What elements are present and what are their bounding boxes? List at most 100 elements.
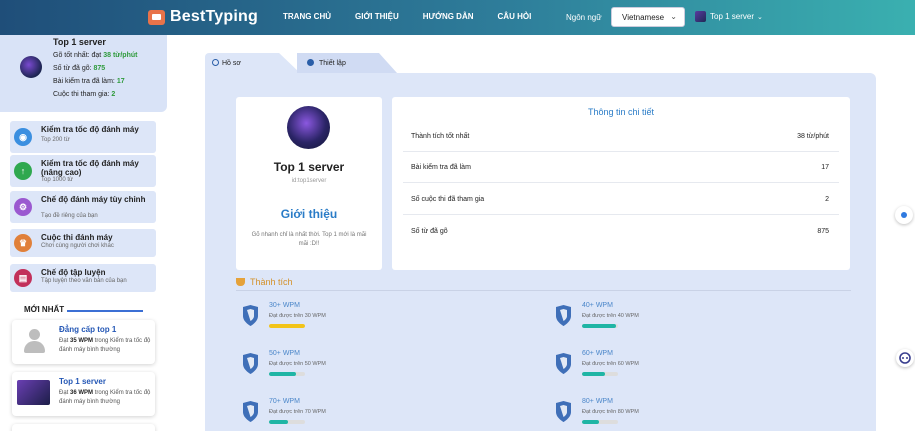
achievement-title: 80+ WPM	[582, 398, 613, 405]
menu-title: Kiểm tra tốc độ đánh máy	[41, 125, 139, 134]
trophy-icon: ♛	[14, 234, 32, 252]
chevron-down-icon: ⌄	[757, 13, 763, 21]
avatar	[20, 56, 42, 78]
words-stat: Số từ đã gõ: 875	[53, 65, 106, 72]
achievement-item: 70+ WPM Đạt được trên 70 WPM	[236, 396, 436, 431]
detail-label: Thành tích tốt nhất	[411, 133, 470, 140]
user-menu[interactable]: Top 1 server ⌄	[695, 11, 763, 22]
achievement-subtitle: Đạt được trên 30 WPM	[269, 313, 326, 319]
menu-contest[interactable]: ♛ Cuộc thi đánh máy Chơi cùng người chơi…	[10, 229, 156, 257]
best-stat: Gõ tốt nhất: đạt 38 từ/phút	[53, 52, 138, 59]
shield-icon	[243, 353, 258, 374]
language-label: Ngôn ngữ	[566, 13, 602, 22]
detail-row: Số từ đã gõ 875	[403, 219, 839, 247]
achievement-title: 40+ WPM	[582, 302, 613, 309]
about-heading: Giới thiệu	[280, 207, 338, 221]
gauge-icon: ◉	[14, 128, 32, 146]
detail-value: 38 từ/phút	[797, 133, 829, 140]
achievement-item: 30+ WPM Đạt được trên 30 WPM	[236, 300, 436, 336]
user-avatar	[695, 11, 706, 22]
tests-stat: Bài kiểm tra đã làm: 17	[53, 78, 125, 85]
achievement-subtitle: Đạt được trên 70 WPM	[269, 409, 326, 415]
shield-icon	[556, 353, 571, 374]
menu-speed-test[interactable]: ◉ Kiểm tra tốc độ đánh máy Top 200 từ	[10, 121, 156, 153]
nav-home[interactable]: TRANG CHỦ	[283, 12, 331, 21]
tab-label: Thiết lập	[319, 59, 346, 67]
heading-underline	[67, 310, 143, 312]
menu-custom-typing[interactable]: ⚙ Chế độ đánh máy tùy chỉnh Tạo đề riêng…	[10, 191, 156, 223]
progress-bar	[582, 324, 618, 328]
gears-icon: ⚙	[14, 198, 32, 216]
chat-widget-button[interactable]	[896, 349, 914, 367]
nav-guide[interactable]: HƯỚNG DẪN	[423, 12, 474, 21]
contests-stat: Cuộc thi tham gia: 2	[53, 91, 116, 98]
progress-fill	[269, 372, 297, 376]
achievement-item: 80+ WPM Đạt được trên 80 WPM	[549, 396, 749, 431]
arrow-up-icon: ↑	[14, 162, 32, 180]
keyboard-icon: ▤	[14, 269, 32, 287]
main-nav: TRANG CHỦ GIỚI THIỆU HƯỚNG DẪN CÂU HỎI	[283, 12, 555, 21]
droplet-icon	[901, 212, 907, 218]
feed-item[interactable]: Top 1 server Đạt 36 WPM trong Kiểm tra t…	[12, 372, 155, 416]
top-navbar: BestTyping TRANG CHỦ GIỚI THIỆU HƯỚNG DẪ…	[0, 0, 915, 35]
progress-fill	[582, 324, 617, 328]
language-select[interactable]: Vietnamese ⌄	[611, 7, 685, 27]
detail-value: 17	[821, 164, 829, 171]
details-title: Thông tin chi tiết	[587, 107, 655, 117]
achievement-title: 70+ WPM	[269, 398, 300, 405]
menu-subtitle: Tập luyện theo văn bản của bạn	[41, 278, 127, 284]
menu-practice[interactable]: ▤ Chế độ tập luyện Tập luyện theo văn bả…	[10, 264, 156, 292]
accessibility-widget-button[interactable]	[895, 206, 913, 224]
tab-label: Hồ sơ	[222, 59, 241, 67]
trophy-icon	[236, 278, 245, 286]
menu-advanced-test[interactable]: ↑ Kiểm tra tốc độ đánh máy (nâng cao) To…	[10, 155, 156, 187]
menu-subtitle: Tạo đề riêng của bạn	[41, 213, 98, 219]
default-avatar-icon	[22, 329, 46, 355]
sidebar-profile-card[interactable]: Top 1 server Gõ tốt nhất: đạt 38 từ/phút…	[0, 35, 167, 112]
avatar	[17, 380, 50, 405]
nav-about[interactable]: GIỚI THIỆU	[355, 12, 399, 21]
shield-icon	[243, 401, 258, 422]
menu-title: Chế độ đánh máy tùy chỉnh	[41, 195, 146, 204]
feed-item[interactable]	[12, 424, 155, 431]
achievements-heading: Thành tích	[236, 277, 293, 287]
logo[interactable]: BestTyping	[148, 8, 258, 26]
progress-bar	[269, 420, 305, 424]
progress-bar	[269, 324, 305, 328]
detail-row: Số cuộc thi đã tham gia 2	[403, 187, 839, 215]
user-icon	[212, 59, 219, 66]
chevron-down-icon: ⌄	[670, 12, 677, 21]
language-value: Vietnamese	[622, 12, 665, 22]
achievement-subtitle: Đạt được trên 40 WPM	[582, 313, 639, 319]
logo-text: BestTyping	[170, 8, 258, 25]
detail-label: Số cuộc thi đã tham gia	[411, 196, 485, 203]
detail-row: Bài kiểm tra đã làm 17	[403, 155, 839, 183]
achievement-title: 30+ WPM	[269, 302, 300, 309]
menu-subtitle: Top 1000 từ	[41, 177, 74, 183]
detail-value: 2	[825, 196, 829, 203]
detail-value: 875	[817, 228, 829, 235]
nav-faq[interactable]: CÂU HỎI	[498, 12, 532, 21]
about-text: Gõ nhanh chỉ là nhất thời. Top 1 mới là …	[251, 232, 367, 247]
detail-label: Bài kiểm tra đã làm	[411, 164, 471, 171]
menu-title: Kiểm tra tốc độ đánh máy (nâng cao)	[41, 159, 139, 177]
gear-icon	[307, 59, 314, 66]
achievements-title: Thành tích	[250, 277, 293, 287]
shield-icon	[243, 305, 258, 326]
keyboard-logo-icon	[148, 9, 165, 25]
feed-description: Đạt 35 WPM trong Kiểm tra tốc độ đánh má…	[59, 338, 151, 353]
feed-description: Đạt 36 WPM trong Kiểm tra tốc độ đánh má…	[59, 390, 151, 405]
profile-name: Top 1 server	[53, 37, 106, 47]
shield-icon	[556, 305, 571, 326]
achievement-title: 60+ WPM	[582, 350, 613, 357]
profile-card: Top 1 server id:top1server Giới thiệu Gõ…	[236, 97, 382, 270]
profile-name: Top 1 server	[273, 160, 345, 174]
achievement-item: 40+ WPM Đạt được trên 40 WPM	[549, 300, 749, 336]
profile-id: id:top1server	[291, 178, 327, 184]
menu-title: Cuộc thi đánh máy	[41, 233, 113, 242]
achievement-subtitle: Đạt được trên 60 WPM	[582, 361, 639, 367]
chat-bot-icon	[899, 352, 911, 364]
feed-item[interactable]: Đẳng cấp top 1 Đạt 35 WPM trong Kiểm tra…	[12, 320, 155, 364]
progress-fill	[269, 324, 305, 328]
newest-heading: MỚI NHẤT	[24, 305, 65, 314]
